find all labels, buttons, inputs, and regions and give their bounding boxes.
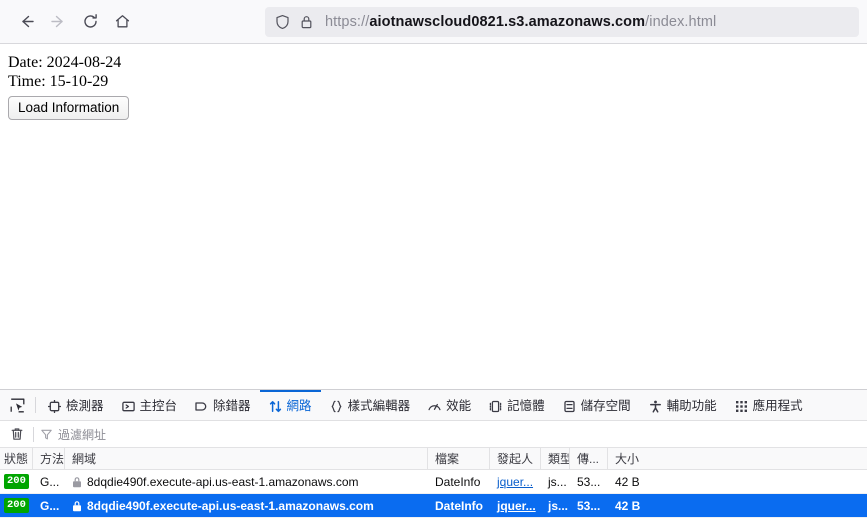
element-picker-button[interactable] xyxy=(3,390,32,420)
performance-icon xyxy=(428,400,441,413)
tab-label: 效能 xyxy=(446,398,472,413)
application-icon xyxy=(735,400,748,413)
cell-initiator: jquer... xyxy=(490,494,541,517)
cell-initiator: jquer... xyxy=(490,470,541,493)
cell-status: 200 xyxy=(0,470,33,493)
memory-icon xyxy=(489,400,502,413)
toolbar-divider xyxy=(33,426,34,442)
column-header-type[interactable]: 類型 xyxy=(541,448,570,469)
tab-label: 記憶體 xyxy=(507,398,545,413)
filter-placeholder-text: 過濾網址 xyxy=(58,427,107,442)
tab-label: 主控台 xyxy=(139,398,178,413)
date-text: Date: 2024-08-24 xyxy=(8,54,122,71)
status-badge: 200 xyxy=(4,473,29,490)
forward-button[interactable] xyxy=(42,6,74,38)
cell-method: G... xyxy=(40,474,60,489)
tab-label: 除錯器 xyxy=(213,398,251,413)
style-editor-icon xyxy=(330,400,343,413)
domain-text: 8dqdie490f.execute-api.us-east-1.amazona… xyxy=(87,474,359,489)
tab-application[interactable]: 應用程式 xyxy=(726,390,812,420)
reload-button[interactable] xyxy=(74,6,106,38)
domain-text: 8dqdie490f.execute-api.us-east-1.amazona… xyxy=(87,498,374,513)
back-button[interactable] xyxy=(10,6,42,38)
url-host: aiotnawscloud0821.s3.amazonaws.com xyxy=(369,14,646,30)
network-requests-table: 狀態 方法 網域 檔案 發起人 類型 傳... 大小 200 G... 8dqd… xyxy=(0,448,867,518)
table-row[interactable]: 200 G... 8dqdie490f.execute-api.us-east-… xyxy=(0,470,867,494)
cell-type: js... xyxy=(548,474,567,489)
tab-label: 檢測器 xyxy=(66,398,104,413)
tab-label: 應用程式 xyxy=(752,398,803,413)
devtools-panel: 檢測器 主控台 除錯器 網路 樣式編輯器 效能 記憶體 儲存空間 輔助功能 應用… xyxy=(0,389,867,531)
browser-toolbar: https://aiotnawscloud0821.s3.amazonaws.c… xyxy=(0,0,867,44)
column-header-domain[interactable]: 網域 xyxy=(65,448,428,469)
home-button[interactable] xyxy=(106,6,138,38)
filter-urls-input[interactable]: 過濾網址 xyxy=(41,426,106,443)
tab-label: 樣式編輯器 xyxy=(347,398,411,413)
debugger-icon xyxy=(195,400,208,413)
inspector-icon xyxy=(48,399,61,413)
cell-method: G... xyxy=(40,498,60,513)
url-path: /index.html xyxy=(645,14,717,30)
initiator-link[interactable]: jquer... xyxy=(497,499,536,513)
tab-label: 網路 xyxy=(286,398,312,413)
column-header-transferred[interactable]: 傳... xyxy=(570,448,608,469)
cell-file: DateInfo xyxy=(435,474,481,489)
tab-style-editor[interactable]: 樣式編輯器 xyxy=(321,390,420,420)
address-bar[interactable]: https://aiotnawscloud0821.s3.amazonaws.c… xyxy=(265,7,859,37)
cell-type: js... xyxy=(548,498,569,513)
shield-icon[interactable] xyxy=(275,14,290,30)
url-protocol: https:// xyxy=(325,14,370,30)
secure-lock-icon xyxy=(72,476,82,488)
initiator-link[interactable]: jquer... xyxy=(497,475,533,489)
time-text: Time: 15-10-29 xyxy=(8,73,109,90)
tab-debugger[interactable]: 除錯器 xyxy=(186,390,260,420)
cell-status: 200 xyxy=(0,494,33,517)
storage-icon xyxy=(563,400,576,413)
network-toolbar: 過濾網址 xyxy=(0,421,867,448)
tab-performance[interactable]: 效能 xyxy=(419,390,480,420)
devtools-tabbar: 檢測器 主控台 除錯器 網路 樣式編輯器 效能 記憶體 儲存空間 輔助功能 應用… xyxy=(0,390,867,421)
tab-memory[interactable]: 記憶體 xyxy=(480,390,554,420)
filter-icon xyxy=(41,429,52,440)
tab-network[interactable]: 網路 xyxy=(259,390,321,420)
cell-file: DateInfo xyxy=(435,498,483,513)
page-viewport: Date: 2024-08-24 Time: 15-10-29 Load Inf… xyxy=(0,45,867,389)
tab-inspector[interactable]: 檢測器 xyxy=(39,390,113,420)
column-header-initiator[interactable]: 發起人 xyxy=(490,448,541,469)
column-header-status[interactable]: 狀態 xyxy=(0,448,33,469)
console-icon xyxy=(121,400,135,413)
lock-icon[interactable] xyxy=(300,14,313,30)
secure-lock-icon xyxy=(72,500,82,512)
cell-transferred: 53... xyxy=(577,474,601,489)
column-header-size[interactable]: 大小 xyxy=(608,448,867,469)
cell-transferred: 53... xyxy=(577,498,601,513)
tab-console[interactable]: 主控台 xyxy=(113,390,187,420)
column-header-file[interactable]: 檔案 xyxy=(428,448,490,469)
clear-requests-button[interactable] xyxy=(6,423,28,445)
column-header-method[interactable]: 方法 xyxy=(33,448,65,469)
cell-domain: 8dqdie490f.execute-api.us-east-1.amazona… xyxy=(65,470,428,493)
tab-label: 輔助功能 xyxy=(666,398,717,413)
tab-label: 儲存空間 xyxy=(580,398,631,413)
cell-size: 42 B xyxy=(615,474,640,489)
tab-storage[interactable]: 儲存空間 xyxy=(554,390,640,420)
accessibility-icon xyxy=(649,400,662,413)
toolbar-divider xyxy=(35,397,36,413)
url-text: https://aiotnawscloud0821.s3.amazonaws.c… xyxy=(325,14,716,30)
table-row[interactable]: 200 G... 8dqdie490f.execute-api.us-east-… xyxy=(0,494,867,518)
load-information-button[interactable]: Load Information xyxy=(8,96,130,120)
tab-accessibility[interactable]: 輔助功能 xyxy=(640,390,726,420)
network-icon xyxy=(269,400,282,413)
table-header-row: 狀態 方法 網域 檔案 發起人 類型 傳... 大小 xyxy=(0,448,867,470)
cell-domain: 8dqdie490f.execute-api.us-east-1.amazona… xyxy=(65,494,428,517)
cell-size: 42 B xyxy=(615,498,641,513)
status-badge: 200 xyxy=(4,497,29,514)
